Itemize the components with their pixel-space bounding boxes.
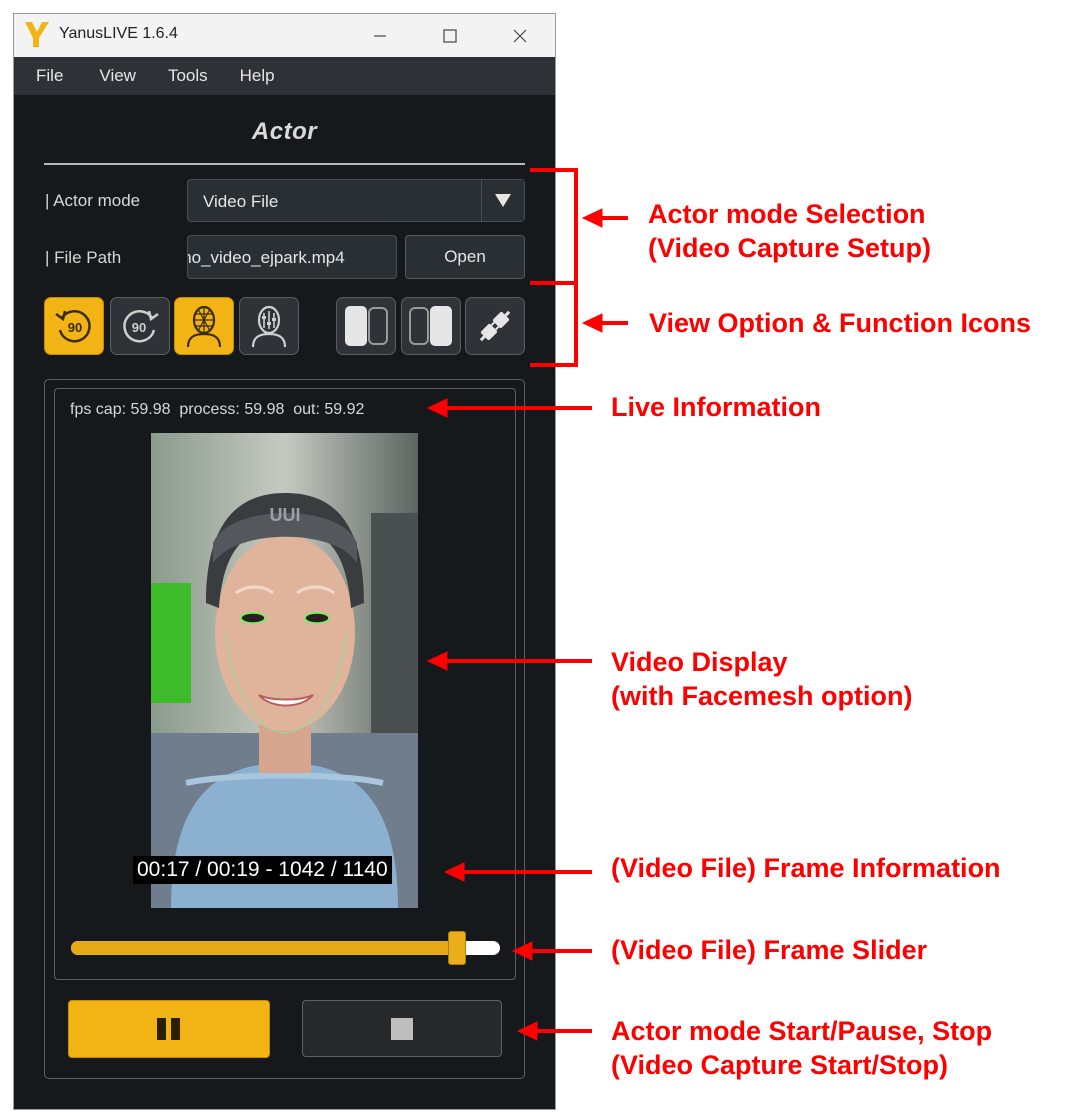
annotation-line: (Video File) Frame Information [611,853,1001,883]
annotation-line: (Video Capture Setup) [648,233,932,263]
annotation-line: Live Information [611,392,822,422]
annotation-line: (Video File) Frame Slider [611,935,928,965]
annotation-video-display: Video Display (with Facemesh option) [611,645,913,713]
annotation-line: Actor mode Selection [648,199,926,229]
annotation-line: Actor mode Start/Pause, Stop [611,1016,993,1046]
annotation-actor-mode: Actor mode Selection (Video Capture Setu… [648,197,931,265]
annotation-view-options: View Option & Function Icons [649,306,1031,340]
annotation-frame-info: (Video File) Frame Information [611,851,1001,885]
annotation-line: (Video Capture Start/Stop) [611,1050,949,1080]
annotation-line: View Option & Function Icons [649,308,1032,338]
annotation-line: (with Facemesh option) [611,681,913,711]
annotation-frame-slider: (Video File) Frame Slider [611,933,927,967]
annotation-line: Video Display [611,647,788,677]
annotation-live-info: Live Information [611,390,821,424]
annotation-start-stop: Actor mode Start/Pause, Stop (Video Capt… [611,1014,992,1082]
